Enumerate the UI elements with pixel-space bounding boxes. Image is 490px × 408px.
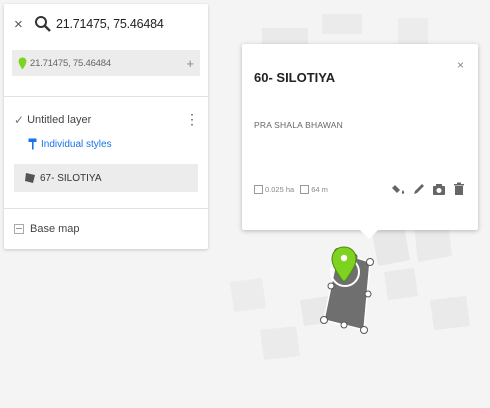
search-icon	[35, 16, 51, 32]
popup-title: 60- SILOTIYA	[254, 70, 336, 85]
add-to-map-button[interactable]: +	[186, 56, 194, 71]
location-pin-icon	[18, 57, 27, 69]
paint-roller-icon	[28, 138, 37, 150]
layer-visibility-checkbox[interactable]: ✓	[14, 113, 24, 127]
close-search-button[interactable]: ×	[14, 16, 30, 33]
style-icon[interactable]	[392, 182, 406, 196]
area-value: 0.025 ha	[265, 184, 295, 194]
layer-options-icon[interactable]: ⋮	[185, 111, 199, 128]
perimeter-icon	[300, 184, 310, 194]
layer-section: ✓ Untitled layer ⋮ Individual styles 67-…	[4, 97, 208, 198]
polygon-icon	[25, 173, 35, 183]
edit-icon[interactable]	[412, 182, 426, 196]
feature-info-popup: 60- SILOTIYA × PRA SHALA BHAWAN 0.025 ha…	[242, 44, 478, 239]
popup-footer: 0.025 ha 64 m	[254, 182, 466, 196]
individual-styles-label: Individual styles	[41, 138, 112, 150]
area-metric: 0.025 ha	[254, 184, 295, 194]
base-map-label: Base map	[30, 223, 80, 235]
search-result-text: 21.71475, 75.46484	[30, 57, 111, 69]
base-map-row[interactable]: Base map	[4, 209, 208, 249]
popup-pointer	[360, 230, 378, 239]
search-bar: × 21.71475, 75.46484	[4, 4, 208, 44]
popup-description: PRA SHALA BHAWAN	[254, 120, 344, 130]
delete-icon[interactable]	[452, 182, 466, 196]
layer-header: ✓ Untitled layer ⋮	[14, 111, 199, 128]
area-icon	[254, 184, 263, 194]
layer-name[interactable]: Untitled layer	[27, 114, 185, 126]
left-panel: × 21.71475, 75.46484 21.71475, 75.46484 …	[4, 4, 208, 249]
search-query-text[interactable]: 21.71475, 75.46484	[56, 17, 164, 31]
search-result-row[interactable]: 21.71475, 75.46484 +	[12, 50, 200, 76]
individual-styles-link[interactable]: Individual styles	[28, 138, 198, 150]
camera-icon[interactable]	[432, 182, 446, 196]
feature-name: 67- SILOTIYA	[40, 172, 102, 184]
popup-close-button[interactable]: ×	[457, 58, 464, 72]
perimeter-value: 64 m	[311, 184, 328, 194]
perimeter-metric: 64 m	[300, 184, 328, 194]
feature-list-item[interactable]: 67- SILOTIYA	[14, 164, 198, 192]
base-map-toggle[interactable]	[14, 224, 24, 234]
